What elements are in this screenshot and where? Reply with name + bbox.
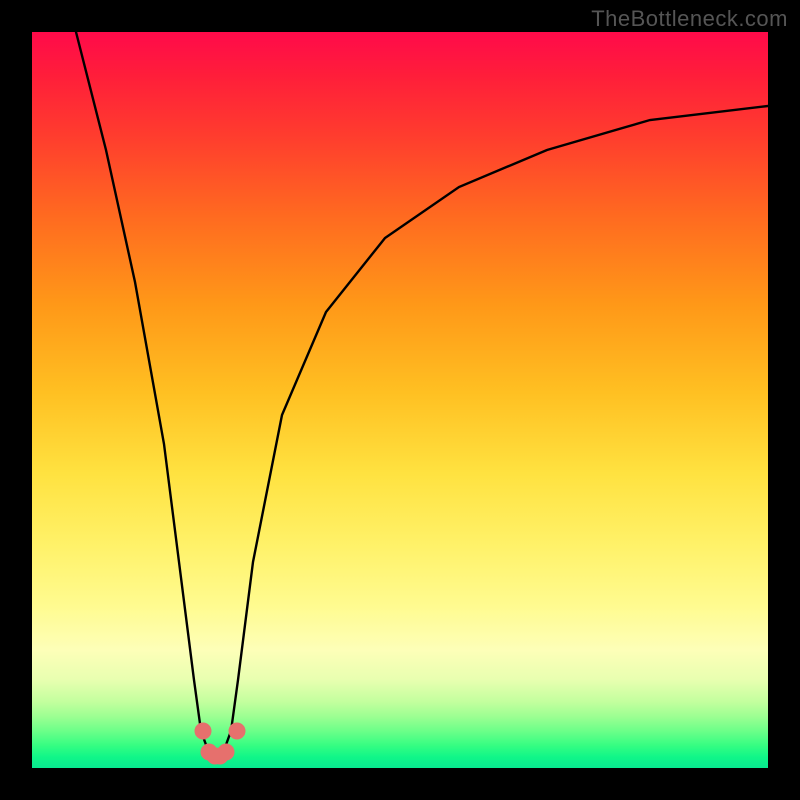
bottleneck-curve — [76, 32, 768, 757]
watermark-text: TheBottleneck.com — [591, 6, 788, 32]
trough-markers — [195, 723, 245, 764]
curve-layer — [32, 32, 768, 768]
plot-area — [32, 32, 768, 768]
chart-frame: TheBottleneck.com — [0, 0, 800, 800]
